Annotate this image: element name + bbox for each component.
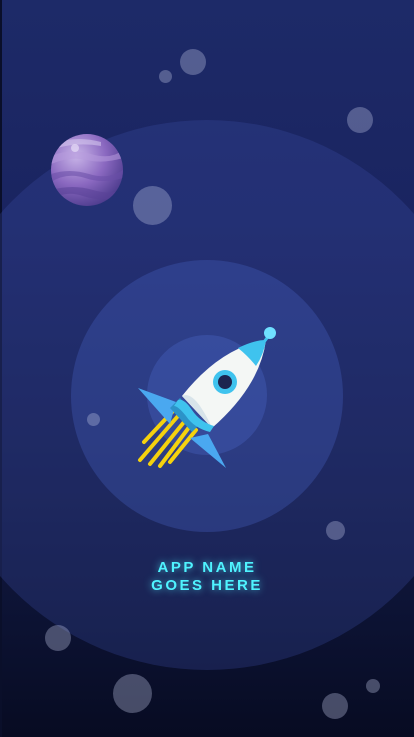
bubble	[322, 693, 348, 719]
bubble	[133, 186, 172, 225]
bubble	[113, 674, 152, 713]
rocket-icon	[138, 327, 276, 468]
bubble	[45, 625, 71, 651]
app-name-line2: GOES HERE	[151, 577, 263, 594]
bubble	[87, 413, 100, 426]
app-name-line1: APP NAME	[157, 559, 257, 576]
bubble	[347, 107, 373, 133]
splash-screen: APP NAME GOES HERE	[0, 0, 414, 737]
bubble	[366, 679, 380, 693]
bubble	[180, 49, 206, 75]
planet-icon	[51, 134, 123, 206]
bubble	[326, 521, 345, 540]
bubble	[159, 70, 172, 83]
